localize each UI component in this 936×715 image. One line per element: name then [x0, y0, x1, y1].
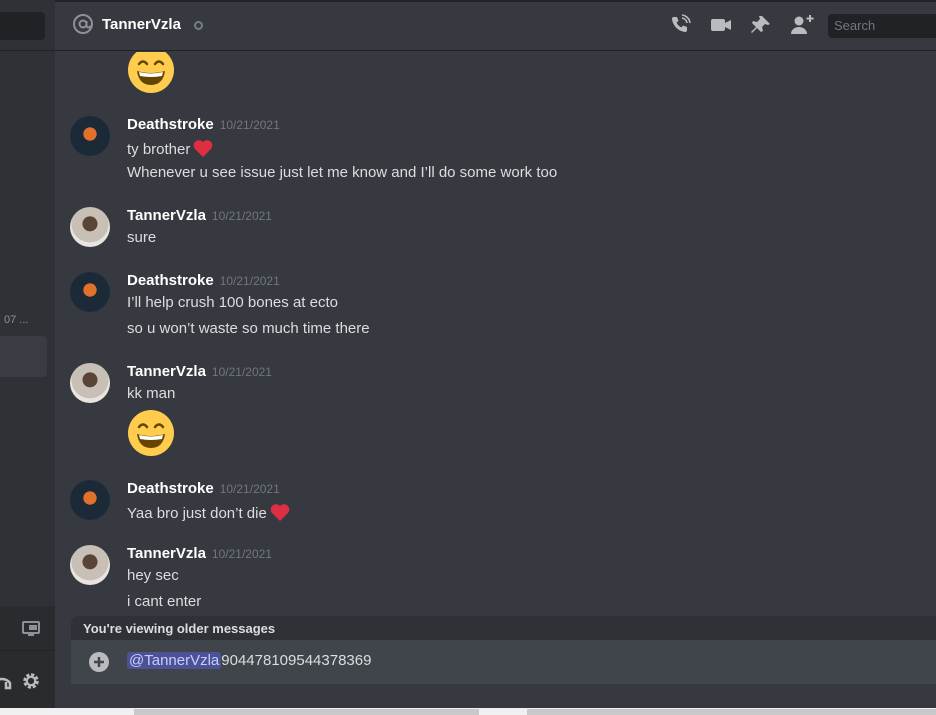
message-line: so u won’t waste so much time there	[127, 320, 370, 337]
page-title: TannerVzla	[102, 16, 181, 33]
channel-sidebar: 07 ...	[0, 0, 55, 708]
scrollbar-thumb[interactable]	[527, 709, 936, 715]
message-author[interactable]: TannerVzla 10/21/2021	[127, 207, 272, 224]
message-author[interactable]: Deathstroke 10/21/2021	[127, 480, 280, 497]
grinning-emoji-icon	[127, 409, 175, 457]
message-timestamp: 10/21/2021	[219, 482, 280, 496]
message-text: ty brother	[127, 141, 191, 158]
author-name[interactable]: TannerVzla	[127, 363, 206, 380]
message-line: sure	[127, 229, 157, 246]
message-timestamp: 10/21/2021	[211, 365, 272, 379]
message-input[interactable]: @TannerVzla 904478109544378369	[127, 652, 371, 669]
scrollbar-thumb[interactable]	[134, 709, 479, 715]
message-timestamp: 10/21/2021	[211, 547, 272, 561]
search-placeholder: Search	[834, 18, 876, 33]
author-name[interactable]: Deathstroke	[127, 272, 214, 289]
message-author[interactable]: TannerVzla 10/21/2021	[127, 545, 272, 562]
settings-gear-icon[interactable]	[20, 670, 42, 692]
message-input-text: 904478109544378369	[221, 652, 372, 669]
message-text: Yaa bro just don’t die	[127, 505, 267, 522]
message-timestamp: 10/21/2021	[219, 118, 280, 132]
message-line: I’ll help crush 100 bones at ecto	[127, 294, 338, 311]
author-name[interactable]: Deathstroke	[127, 480, 214, 497]
message-author[interactable]: Deathstroke 10/21/2021	[127, 272, 280, 289]
message-list: Deathstroke 10/21/2021 ty brother Wheneve…	[55, 52, 936, 616]
message-line: Yaa bro just don’t die	[127, 502, 291, 526]
message-line: kk man	[127, 385, 176, 402]
message-line: i cant enter	[127, 593, 202, 610]
status-offline-icon	[194, 21, 203, 30]
screen-share-icon[interactable]	[20, 618, 44, 640]
voice-call-icon[interactable]	[668, 13, 692, 37]
heart-emoji-icon	[269, 502, 291, 526]
video-call-icon[interactable]	[709, 13, 733, 37]
message-author[interactable]: Deathstroke 10/21/2021	[127, 116, 280, 133]
avatar[interactable]	[70, 363, 110, 403]
author-name[interactable]: TannerVzla	[127, 207, 206, 224]
message-line: hey sec	[127, 567, 179, 584]
headphones-icon[interactable]	[0, 670, 12, 692]
message-timestamp: 10/21/2021	[211, 209, 272, 223]
message-timestamp: 10/21/2021	[219, 274, 280, 288]
avatar[interactable]	[70, 116, 110, 156]
older-messages-banner[interactable]: You're viewing older messages	[71, 616, 936, 640]
heart-emoji-icon	[192, 138, 214, 162]
author-name[interactable]: Deathstroke	[127, 116, 214, 133]
search-input[interactable]: Search	[828, 14, 936, 38]
pin-icon[interactable]	[749, 13, 773, 37]
message-composer[interactable]: @TannerVzla 904478109544378369	[71, 640, 936, 684]
header-top-border	[55, 0, 936, 2]
avatar[interactable]	[70, 480, 110, 520]
user-panel	[0, 606, 55, 708]
message-line: ty brother	[127, 138, 214, 162]
avatar[interactable]	[70, 207, 110, 247]
author-name[interactable]: TannerVzla	[127, 545, 206, 562]
user-mention[interactable]: @TannerVzla	[127, 652, 222, 669]
avatar[interactable]	[70, 545, 110, 585]
sidebar-selected-item[interactable]	[0, 336, 47, 377]
avatar[interactable]	[70, 272, 110, 312]
sidebar-truncated-text: 07 ...	[4, 314, 29, 326]
channel-header: TannerVzla Search	[55, 0, 936, 51]
add-friend-icon[interactable]	[789, 13, 817, 37]
find-conversation-button[interactable]	[0, 12, 45, 40]
message-line: Whenever u see issue just let me know an…	[127, 164, 558, 181]
grinning-emoji-icon	[127, 52, 175, 94]
horizontal-scrollbar[interactable]	[0, 708, 936, 715]
add-attachment-icon[interactable]	[88, 651, 110, 673]
at-icon	[71, 13, 95, 37]
message-author[interactable]: TannerVzla 10/21/2021	[127, 363, 272, 380]
user-panel-divider	[0, 650, 55, 651]
sidebar-divider	[0, 50, 55, 51]
